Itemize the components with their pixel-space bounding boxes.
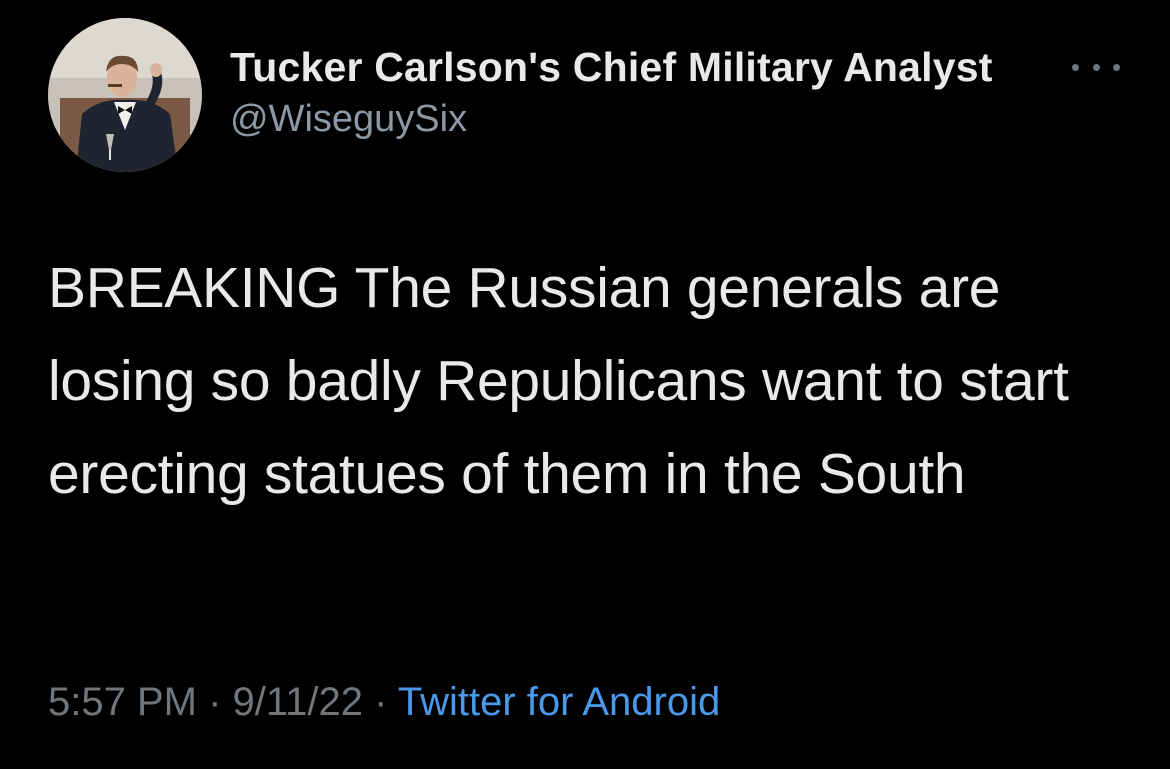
- more-dot: [1092, 63, 1100, 71]
- avatar[interactable]: [48, 18, 202, 172]
- more-dot: [1072, 63, 1079, 71]
- tweet-text: BREAKING The Russian generals are losing…: [48, 256, 1069, 506]
- tweet-time[interactable]: 5:57 PM: [48, 680, 197, 724]
- tweet-card: Tucker Carlson's Chief Military Analyst …: [0, 0, 1170, 769]
- tweet-meta: 5:57 PM · 9/11/22 · Twitter for Android: [48, 680, 720, 725]
- tweet-date[interactable]: 9/11/22: [233, 680, 364, 724]
- avatar-photo: [48, 18, 202, 172]
- more-icon[interactable]: [1072, 58, 1120, 76]
- display-name[interactable]: Tucker Carlson's Chief Military Analyst: [230, 44, 993, 91]
- meta-separator: ·: [363, 680, 398, 724]
- meta-separator: ·: [196, 680, 233, 724]
- user-handle[interactable]: @WiseguySix: [230, 98, 467, 141]
- tweet-source-link[interactable]: Twitter for Android: [398, 680, 720, 724]
- more-dot: [1113, 63, 1120, 71]
